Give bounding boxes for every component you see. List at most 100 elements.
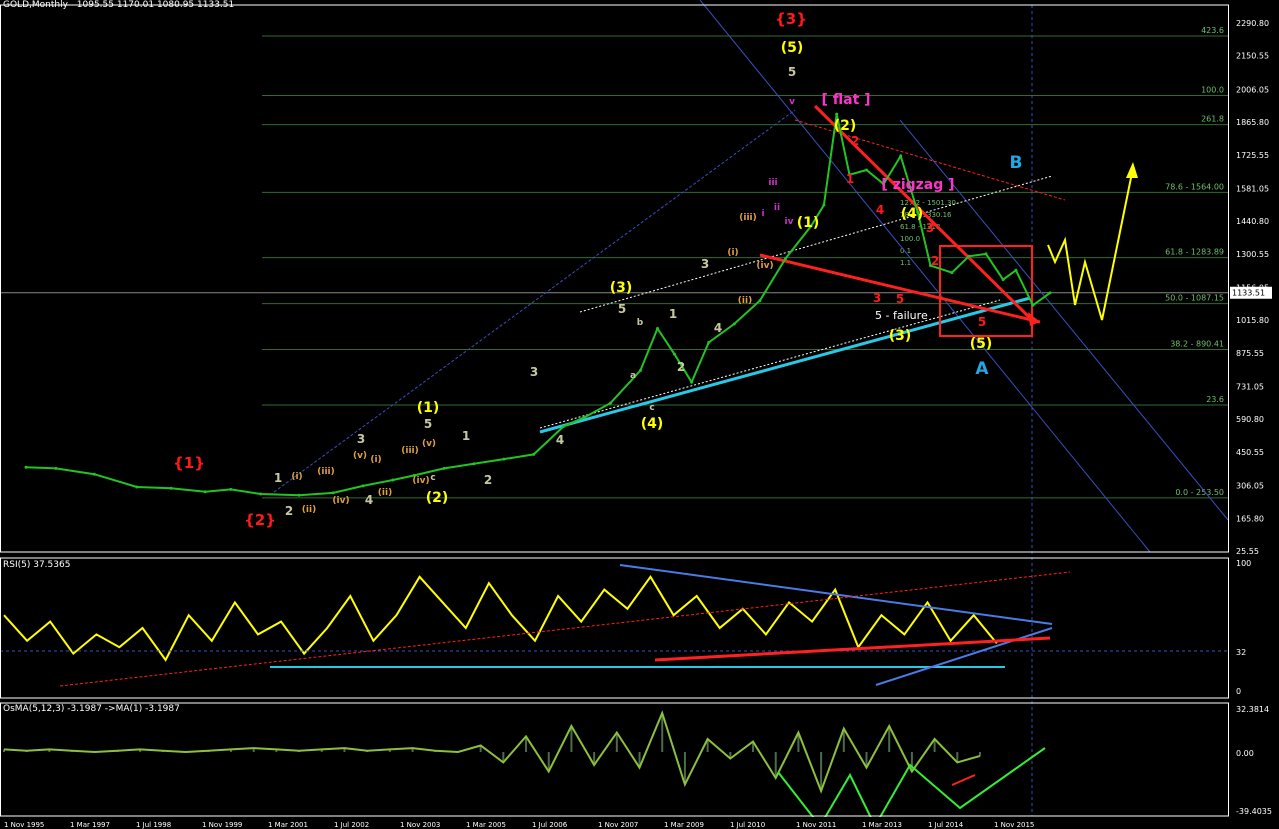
price-point <box>532 452 536 456</box>
osma-tick-label: -39.4035 <box>1236 807 1272 816</box>
wave-label-yellow: (5) <box>970 336 993 352</box>
wave-label-yellow: (1) <box>797 215 820 231</box>
x-tick-label: 1 Jul 2014 <box>928 821 964 829</box>
fib-label: 38.2 - 890.41 <box>1170 340 1224 349</box>
fib-cluster-label: 100.0 <box>900 235 920 243</box>
wave-label-yellow: (2) <box>834 118 857 134</box>
price-point <box>673 352 676 356</box>
gold-monthly-chart: 423.6100.0261.878.6 - 1564.0061.8 - 1283… <box>0 0 1279 829</box>
time-axis-band <box>0 817 1279 829</box>
fib-label: 0.0 - 253.50 <box>1175 488 1224 497</box>
wave-label-B: B <box>1010 153 1023 173</box>
wave-label-red-small: 5 <box>978 315 986 329</box>
wave-label-roman: (iv) <box>412 476 429 486</box>
price-point <box>297 493 301 497</box>
wave-label-yellow: (2) <box>426 490 449 506</box>
wave-label-gray: 2 <box>285 504 293 518</box>
wave-label-roman: (iv) <box>756 261 773 271</box>
wave-label-roman: (iv) <box>332 496 349 506</box>
price-point <box>984 252 988 256</box>
osma-tick-label: 0.00 <box>1236 749 1254 758</box>
wave-label-gray: 3 <box>357 432 365 446</box>
price-tick-label: 2006.05 <box>1236 85 1269 94</box>
symbol-label: GOLD,Monthly <box>3 0 68 10</box>
wave-label-yellow: (1) <box>417 400 440 416</box>
wave-label-gray: 3 <box>530 365 538 379</box>
price-tick-label: 875.55 <box>1236 349 1264 358</box>
x-tick-label: 1 Nov 1995 <box>4 821 44 829</box>
price-point <box>1031 303 1035 307</box>
price-point <box>169 486 173 490</box>
fib-label: 78.6 - 1564.00 <box>1165 182 1224 191</box>
price-tick-label: 1440.80 <box>1236 217 1269 226</box>
price-point <box>24 465 28 469</box>
x-tick-label: 1 Jul 2010 <box>730 821 765 829</box>
price-point <box>707 341 711 344</box>
price-point <box>135 485 139 489</box>
wave-label-sub: iv <box>785 217 794 227</box>
wave-label-red-2: {2} <box>244 511 276 529</box>
price-tick-label: 1300.55 <box>1236 250 1269 259</box>
x-tick-label: 1 Mar 2009 <box>664 821 704 829</box>
fib-label: 423.6 <box>1201 26 1224 35</box>
price-tick-label: 25.55 <box>1236 547 1259 556</box>
wave-label-red-small: 3 <box>873 291 881 305</box>
wave-label-roman: (ii) <box>302 505 316 515</box>
x-tick-label: 1 Jul 2006 <box>532 821 568 829</box>
zigzag-label: [ zigzag ] <box>881 177 954 193</box>
price-point <box>967 254 971 258</box>
wave-label-A: A <box>975 359 989 379</box>
osma-title: OsMA(5,12,3) -3.1987 ->MA(1) -3.1987 <box>3 704 180 714</box>
price-point <box>656 327 659 330</box>
price-point <box>562 424 566 428</box>
fib-label: 61.8 - 1283.89 <box>1165 248 1224 257</box>
price-point <box>1001 278 1005 282</box>
wave-label-gray: 5 <box>618 302 626 316</box>
wave-label-yellow: (4) <box>901 206 924 222</box>
price-point <box>361 484 365 488</box>
price-point <box>229 487 233 491</box>
price-point <box>472 462 476 466</box>
price-tick-label: 590.80 <box>1236 415 1264 424</box>
wave-label-yellow: (4) <box>641 416 664 432</box>
wave-label-yellow: (5) <box>781 40 804 56</box>
x-tick-label: 1 Nov 2007 <box>598 821 638 829</box>
osma-tick-label: 32.3814 <box>1236 705 1269 714</box>
wave-label-yellow: (3) <box>610 280 633 296</box>
flat-label: [ flat ] <box>821 92 870 108</box>
price-point <box>1014 268 1018 272</box>
wave-label-gray: 2 <box>484 473 492 487</box>
wave-label-red-small: 4 <box>876 203 884 217</box>
price-point <box>54 466 58 470</box>
wave-label-red-1: {1} <box>173 454 205 472</box>
chart-header: GOLD,Monthly 1095.55 1170.01 1080.95 113… <box>3 0 234 10</box>
price-point <box>502 457 506 461</box>
price-point <box>203 490 207 494</box>
price-point <box>259 492 263 496</box>
x-tick-label: 1 Jul 2002 <box>334 821 369 829</box>
price-tick-label: 165.80 <box>1236 514 1264 523</box>
wave-label-roman: (ii) <box>378 488 392 498</box>
price-point <box>1048 291 1052 295</box>
price-point <box>822 203 826 207</box>
wave-label-sub: c <box>430 473 435 483</box>
x-tick-label: 1 Mar 2001 <box>268 821 308 829</box>
x-tick-label: 1 Nov 2003 <box>400 821 440 829</box>
price-point <box>732 322 736 326</box>
wave-label-gray: 3 <box>701 257 709 271</box>
wave-label-roman: (i) <box>727 248 738 258</box>
rsi-tick-label: 32 <box>1236 648 1246 657</box>
wave-label-gray: 5 <box>424 417 432 431</box>
price-tick-label: 731.05 <box>1236 383 1264 392</box>
wave-label-red-small: 2 <box>931 254 939 268</box>
price-tick-label: 1865.80 <box>1236 118 1269 127</box>
x-tick-label: 1 Nov 2015 <box>994 821 1034 829</box>
price-tick-label: 1015.80 <box>1236 316 1269 325</box>
wave-label-roman: (iii) <box>401 446 418 456</box>
wave-label-roman: (v) <box>422 439 436 449</box>
wave-label-red-small: 3 <box>926 221 934 235</box>
wave-label-roman: (i) <box>291 472 302 482</box>
wave-label-gray: 4 <box>556 433 564 447</box>
wave-label-gray: 1 <box>669 307 677 321</box>
price-point <box>638 369 642 372</box>
